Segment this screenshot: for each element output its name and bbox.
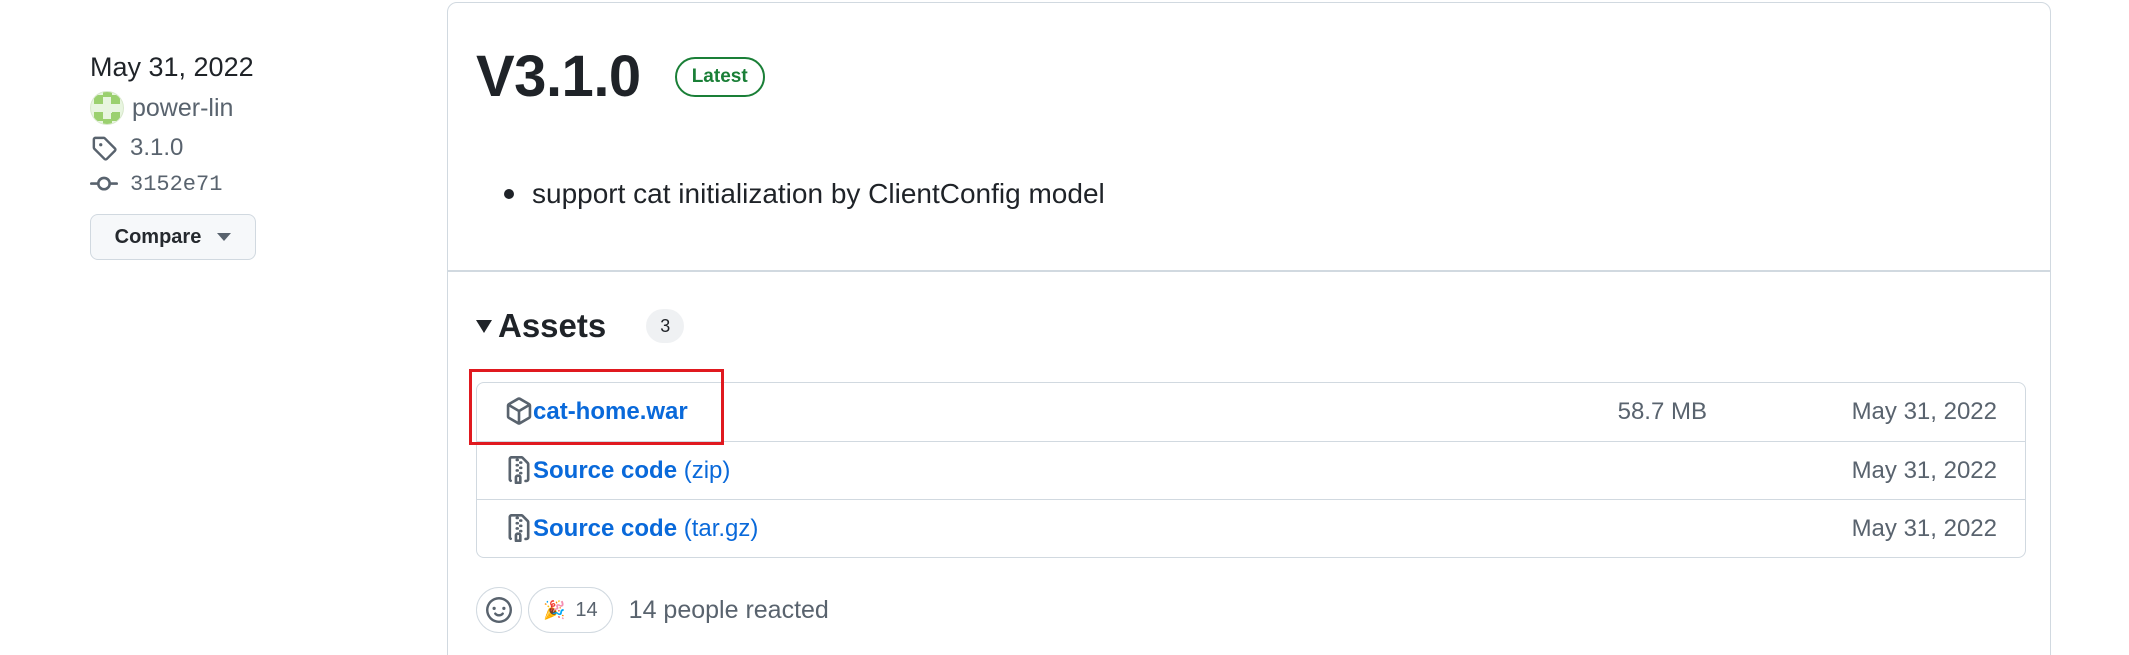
compare-button[interactable]: Compare <box>90 214 256 260</box>
assets-toggle[interactable]: Assets 3 <box>476 307 685 345</box>
asset-date: May 31, 2022 <box>1851 456 1997 484</box>
compare-label: Compare <box>114 225 202 248</box>
caret-down-icon <box>217 233 232 241</box>
package-icon <box>505 397 533 427</box>
reactions-bar: 🎉 14 14 people reacted <box>476 587 829 633</box>
release-note-text: support cat initialization by ClientConf… <box>532 178 1105 209</box>
reaction-summary: 14 people reacted <box>628 595 829 624</box>
hooray-icon: 🎉 <box>543 599 566 620</box>
author-row[interactable]: power-lin <box>90 90 390 126</box>
asset-size: 58.7 MB <box>1617 398 1707 425</box>
asset-date: May 31, 2022 <box>1851 514 1997 542</box>
release-note-item: support cat initialization by ClientConf… <box>504 178 1105 210</box>
bullet-icon <box>504 189 514 199</box>
asset-row: cat-home.war 58.7 MB May 31, 2022 <box>477 383 2025 441</box>
smiley-icon <box>486 597 512 623</box>
reaction-count: 14 <box>575 598 598 621</box>
file-zip-icon <box>505 514 533 544</box>
reaction-hooray-button[interactable]: 🎉 14 <box>528 587 613 633</box>
asset-date: May 31, 2022 <box>1851 398 1997 425</box>
asset-link-cat-home-war[interactable]: cat-home.war <box>533 398 688 426</box>
asset-link-source-targz[interactable]: Source code (tar.gz) <box>533 515 758 543</box>
tag-row[interactable]: 3.1.0 <box>90 130 390 166</box>
asset-list: cat-home.war 58.7 MB May 31, 2022 Source… <box>476 382 2026 558</box>
commit-row[interactable]: 3152e71 <box>90 166 390 202</box>
asset-row: Source code (tar.gz) May 31, 2022 <box>477 499 2025 557</box>
author-link[interactable]: power-lin <box>132 94 233 123</box>
release-date: May 31, 2022 <box>90 52 254 82</box>
add-reaction-button[interactable] <box>476 587 522 633</box>
latest-badge: Latest <box>674 56 765 97</box>
assets-count-badge: 3 <box>646 309 685 343</box>
release-page: May 31, 2022 power-lin 3.1.0 3152e71 Com… <box>0 0 2129 655</box>
git-commit-icon <box>90 170 118 198</box>
release-body: V3.1.0 Latest support cat initialization… <box>448 3 2050 272</box>
asset-row: Source code (zip) May 31, 2022 <box>477 441 2025 499</box>
triangle-down-icon <box>476 319 492 333</box>
release-notes: support cat initialization by ClientConf… <box>504 178 1105 210</box>
release-card: V3.1.0 Latest support cat initialization… <box>447 2 2051 655</box>
release-meta: May 31, 2022 power-lin 3.1.0 3152e71 Com… <box>90 48 390 260</box>
file-zip-icon <box>505 456 533 486</box>
tag-link[interactable]: 3.1.0 <box>130 134 183 162</box>
tag-icon <box>90 134 118 162</box>
asset-link-source-zip[interactable]: Source code (zip) <box>533 457 730 485</box>
assets-title: Assets <box>498 307 607 344</box>
commit-link[interactable]: 3152e71 <box>130 172 222 197</box>
release-title[interactable]: V3.1.0 <box>476 43 641 110</box>
release-title-row: V3.1.0 Latest <box>476 43 765 110</box>
avatar[interactable] <box>90 91 124 125</box>
